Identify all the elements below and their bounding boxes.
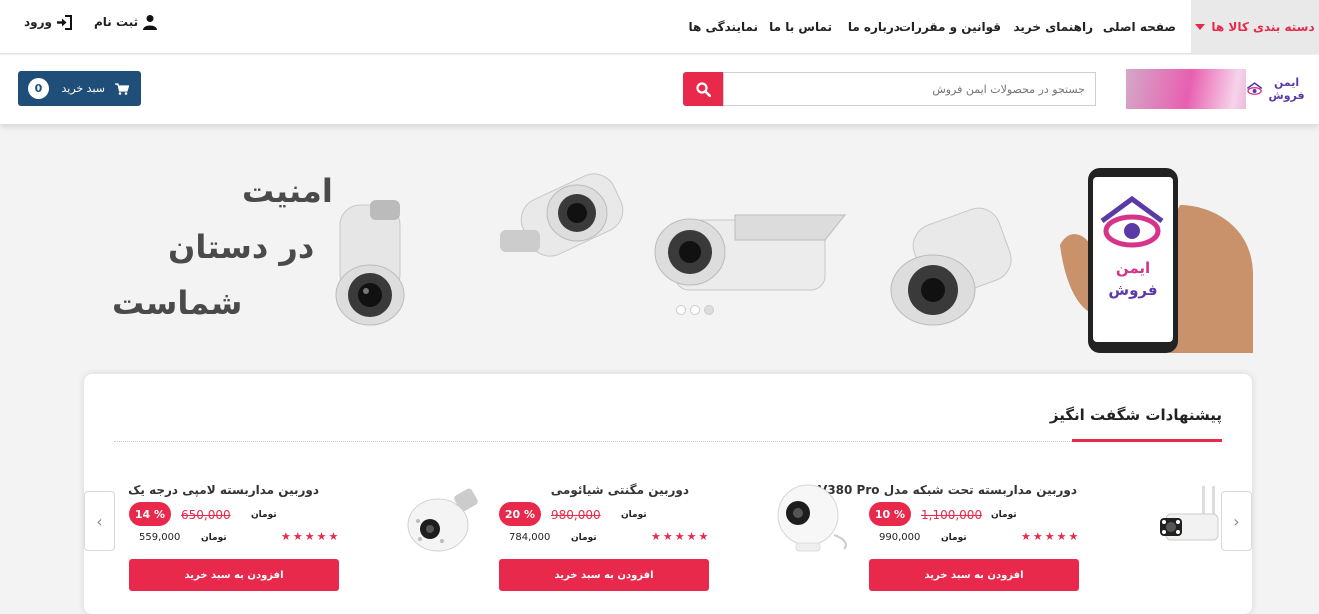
product-price: 559,000 bbox=[139, 532, 181, 543]
nav-link-buying-guide[interactable]: راهنمای خرید bbox=[1013, 0, 1093, 54]
currency-label: تومان bbox=[201, 533, 227, 543]
bullet-camera-image bbox=[890, 207, 1012, 326]
bulb-camera-image bbox=[407, 488, 478, 552]
product-name[interactable]: دوربین مداربسته تحت شبکه مدل V380 Pro bbox=[818, 483, 1077, 497]
site-logo[interactable]: ایمن فروش bbox=[1126, 69, 1308, 109]
phone-logo-line1: ایمن bbox=[1115, 259, 1151, 277]
product-card[interactable]: دوربین مگنتی شیائومی 20 % 980,000 تومان … bbox=[499, 470, 849, 600]
bullet-camera-image bbox=[654, 214, 847, 291]
slider-dot[interactable] bbox=[690, 305, 700, 315]
offers-divider bbox=[114, 441, 1222, 442]
add-to-cart-button[interactable]: افزودن به سبد خرید bbox=[499, 559, 709, 591]
rating-stars: ★★★★★ bbox=[651, 530, 711, 543]
bullet-camera-image bbox=[500, 173, 624, 257]
old-price: 980,000 bbox=[551, 508, 601, 522]
shopping-cart-icon bbox=[115, 82, 129, 95]
product-name[interactable]: دوربین مداربسته لامپی درجه یک bbox=[128, 483, 319, 497]
outdoor-wifi-camera-image bbox=[1160, 486, 1219, 541]
bullet-camera-image bbox=[335, 200, 405, 326]
currency-label: تومان bbox=[991, 510, 1017, 520]
eye-house-logo-icon bbox=[1246, 82, 1263, 95]
product-price: 784,000 bbox=[509, 532, 551, 543]
nav-link-contact[interactable]: تماس با ما bbox=[769, 0, 832, 54]
register-link[interactable]: ثبت نام bbox=[94, 0, 158, 44]
cart-button[interactable]: 0 سبد خرید bbox=[18, 71, 141, 106]
product-card[interactable]: دوربین مداربسته لامپی درجه یک 14 % 650,0… bbox=[128, 470, 479, 600]
phone-logo-text: ایمن فروش bbox=[1096, 257, 1170, 301]
rating-stars: ★★★★★ bbox=[1021, 530, 1081, 543]
nav-link-home[interactable]: صفحه اصلی bbox=[1103, 0, 1176, 54]
banner-slogan-line1: امنیت bbox=[242, 172, 333, 210]
product-price: 990,000 bbox=[879, 532, 921, 543]
cart-label: سبد خرید bbox=[61, 82, 105, 95]
category-menu-label: دسته بندی کالا ها bbox=[1211, 20, 1315, 34]
add-to-cart-button[interactable]: افزودن به سبد خرید bbox=[129, 559, 339, 591]
discount-badge: 10 % bbox=[869, 502, 911, 526]
slider-dots bbox=[676, 305, 714, 315]
add-to-cart-button[interactable]: افزودن به سبد خرید bbox=[869, 559, 1079, 591]
currency-label: تومان bbox=[621, 510, 647, 520]
slider-dot-active[interactable] bbox=[704, 305, 714, 315]
currency-label: تومان bbox=[571, 533, 597, 543]
register-label: ثبت نام bbox=[94, 15, 139, 29]
offers-title: پیشنهادات شگفت انگیز bbox=[1049, 406, 1222, 424]
offers-title-underline bbox=[1072, 439, 1222, 442]
product-name[interactable]: دوربین مگنتی شیائومی bbox=[551, 483, 689, 497]
search-icon bbox=[695, 81, 711, 97]
search-button[interactable] bbox=[683, 72, 723, 106]
eye-house-logo-icon bbox=[1100, 195, 1164, 248]
carousel-next-button[interactable]: › bbox=[1221, 491, 1252, 551]
phone-logo-line2: فروش bbox=[1108, 281, 1158, 299]
cart-count-badge: 0 bbox=[28, 78, 49, 99]
nav-link-agencies[interactable]: نمایندگی ها bbox=[688, 0, 758, 54]
chevron-left-icon: ‹ bbox=[96, 511, 103, 531]
caret-down-icon bbox=[1195, 24, 1206, 30]
discount-badge: 20 % bbox=[499, 502, 541, 526]
user-icon bbox=[143, 15, 158, 30]
discount-badge: 14 % bbox=[129, 502, 171, 526]
rating-stars: ★★★★★ bbox=[281, 530, 341, 543]
nav-link-terms[interactable]: قوانین و مقررات bbox=[899, 0, 1001, 54]
banner-slogan-line3: شماست bbox=[112, 284, 243, 322]
old-price: 650,000 bbox=[181, 508, 231, 522]
carousel-prev-button[interactable]: ‹ bbox=[84, 491, 115, 551]
logo-badge: ایمن فروش bbox=[1246, 69, 1308, 109]
search-input[interactable] bbox=[723, 72, 1096, 106]
login-link[interactable]: ورود bbox=[24, 0, 73, 44]
banner-slogan-line2: در دستان bbox=[168, 228, 315, 266]
chevron-right-icon: › bbox=[1233, 511, 1240, 531]
logo-text: ایمن فروش bbox=[1268, 76, 1305, 102]
top-navbar: دسته بندی کالا ها صفحه اصلی راهنمای خرید… bbox=[0, 0, 1319, 54]
phone-in-hand-image: ایمن فروش bbox=[1060, 165, 1253, 353]
currency-label: تومان bbox=[251, 510, 277, 520]
login-label: ورود bbox=[24, 15, 52, 29]
amazing-offers-section: پیشنهادات شگفت انگیز › ‹ دوربین مداربسته… bbox=[84, 374, 1252, 614]
category-menu-button[interactable]: دسته بندی کالا ها bbox=[1191, 0, 1319, 54]
currency-label: تومان bbox=[941, 533, 967, 543]
slider-dot[interactable] bbox=[676, 305, 686, 315]
product-card[interactable]: دوربین مداربسته تحت شبکه مدل V380 Pro 10… bbox=[818, 470, 1219, 600]
old-price: 1,100,000 bbox=[921, 508, 983, 522]
main-header: ایمن فروش 0 سبد خرید bbox=[0, 55, 1319, 124]
magnetic-camera-image bbox=[777, 484, 847, 552]
nav-link-about[interactable]: درباره ما bbox=[848, 0, 900, 54]
sign-in-icon bbox=[56, 14, 72, 30]
